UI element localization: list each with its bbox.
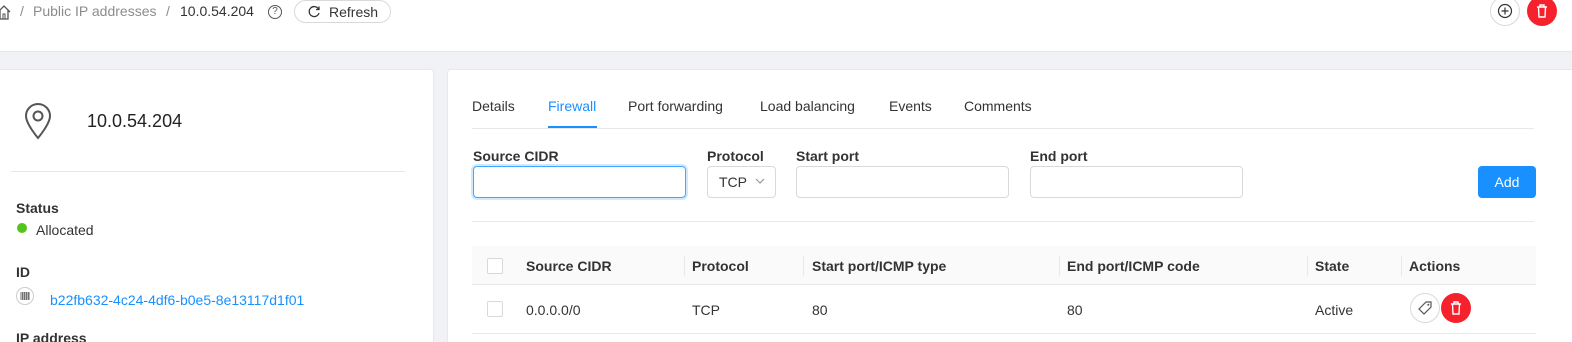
- column-separator: [803, 256, 804, 276]
- home-icon[interactable]: [0, 4, 11, 20]
- divider: [472, 221, 1534, 222]
- location-pin-icon: [24, 103, 52, 140]
- table-row: 0.0.0.0/0 TCP 80 80 Active: [472, 285, 1536, 334]
- tab-events[interactable]: Events: [889, 98, 932, 114]
- refresh-label: Refresh: [329, 3, 379, 20]
- end-port-input[interactable]: [1030, 166, 1243, 198]
- active-tab-indicator: [548, 126, 597, 128]
- column-header[interactable]: Source CIDR: [526, 258, 612, 274]
- refresh-icon: [308, 5, 320, 17]
- column-separator: [1307, 256, 1308, 276]
- trash-icon: [1537, 4, 1547, 18]
- tab-firewall[interactable]: Firewall: [548, 98, 596, 114]
- cell-end-port: 80: [1067, 302, 1083, 318]
- barcode-icon[interactable]: [16, 287, 34, 305]
- column-separator: [1059, 256, 1060, 276]
- plus-circle-icon: [1497, 3, 1513, 19]
- tab-details[interactable]: Details: [472, 98, 515, 114]
- row-checkbox[interactable]: [487, 301, 503, 317]
- trash-icon: [1451, 301, 1461, 315]
- status-label: Status: [16, 200, 59, 216]
- detail-card: Details Firewall Port forwarding Load ba…: [447, 69, 1572, 342]
- ip-title: 10.0.54.204: [87, 111, 183, 131]
- cell-start-port: 80: [812, 302, 828, 318]
- column-header[interactable]: End port/ICMP code: [1067, 258, 1200, 274]
- end-port-label: End port: [1030, 148, 1088, 164]
- breadcrumb-separator: /: [166, 3, 170, 19]
- column-header[interactable]: Protocol: [692, 258, 749, 274]
- status-indicator: [17, 223, 27, 233]
- chevron-down-icon: [755, 178, 765, 184]
- protocol-select[interactable]: TCP: [707, 166, 776, 198]
- protocol-value: TCP: [719, 174, 747, 190]
- breadcrumb-current: 10.0.54.204: [180, 3, 254, 19]
- ip-address-label: IP address: [16, 330, 87, 342]
- protocol-label: Protocol: [707, 148, 764, 164]
- cell-state: Active: [1315, 302, 1354, 318]
- column-header: Actions: [1409, 258, 1461, 274]
- column-separator: [684, 256, 685, 276]
- source-cidr-label: Source CIDR: [473, 148, 559, 164]
- help-icon[interactable]: ?: [268, 5, 282, 19]
- tab-load-balancing[interactable]: Load balancing: [760, 98, 855, 114]
- source-cidr-input[interactable]: [473, 166, 686, 198]
- add-button[interactable]: Add: [1478, 166, 1536, 198]
- column-separator: [1401, 256, 1402, 276]
- start-port-input[interactable]: [796, 166, 1009, 198]
- tab-comments[interactable]: Comments: [964, 98, 1032, 114]
- breadcrumb-public-ip-addresses[interactable]: Public IP addresses: [33, 3, 156, 19]
- start-port-label: Start port: [796, 148, 859, 164]
- ip-summary-card: 10.0.54.204 Status Allocated ID b22fb632…: [0, 69, 434, 342]
- select-all-checkbox[interactable]: [487, 258, 503, 274]
- delete-rule-button[interactable]: [1441, 293, 1471, 323]
- add-rule-button[interactable]: [1490, 0, 1520, 26]
- tab-port-forwarding[interactable]: Port forwarding: [628, 98, 723, 114]
- delete-ip-button[interactable]: [1527, 0, 1557, 26]
- breadcrumb-separator: /: [20, 3, 24, 19]
- tab-bar: Details Firewall Port forwarding Load ba…: [472, 70, 1534, 129]
- top-bar: / Public IP addresses / 10.0.54.204 ? Re…: [0, 0, 1572, 52]
- id-link[interactable]: b22fb632-4c24-4df6-b0e5-8e13117d1f01: [50, 292, 304, 308]
- refresh-button[interactable]: Refresh: [294, 0, 391, 23]
- column-header[interactable]: Start port/ICMP type: [812, 258, 946, 274]
- cell-protocol: TCP: [692, 302, 720, 318]
- column-header[interactable]: State: [1315, 258, 1349, 274]
- tag-icon: [1418, 301, 1432, 315]
- edit-tags-button[interactable]: [1410, 293, 1440, 323]
- status-value: Allocated: [36, 222, 94, 238]
- id-label: ID: [16, 264, 30, 280]
- divider: [11, 171, 405, 172]
- table-header: Source CIDR Protocol Start port/ICMP typ…: [472, 246, 1536, 285]
- cell-source-cidr: 0.0.0.0/0: [526, 302, 581, 318]
